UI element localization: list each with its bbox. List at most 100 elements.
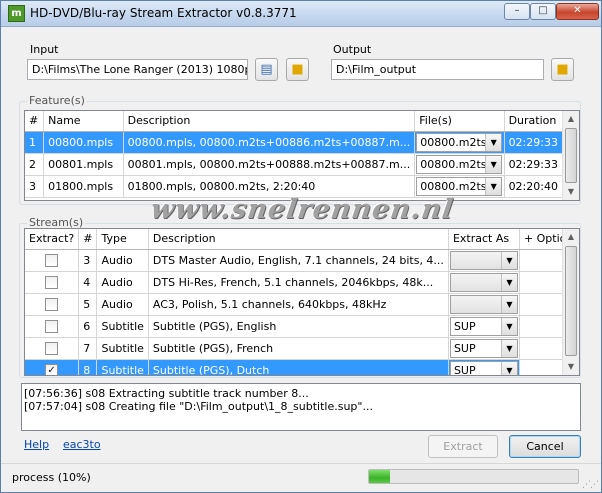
folder-icon[interactable]: ■ [286, 58, 309, 81]
stream-type: Audio [96, 249, 149, 272]
features-column-header[interactable]: File(s) [414, 111, 505, 132]
help-link[interactable]: Help [24, 438, 49, 451]
maximize-button[interactable]: □ [530, 3, 556, 20]
stream-row[interactable]: 3 Audio DTS Master Audio, English, 7.1 cha… [25, 249, 579, 272]
stream-row[interactable]: ✓ 8 Subtitle Subtitle (PGS), Dutch SUP ▼ [25, 359, 579, 376]
feature-file-cell: 00800.m2ts ▼ [414, 131, 505, 154]
stream-extract-as-cell: ▼ [448, 293, 520, 316]
stream-description: DTS Hi-Res, French, 5.1 channels, 2046kb… [148, 271, 449, 294]
features-table: # Name Description File(s) Duration 1 00800.m… [25, 111, 564, 198]
stream-row[interactable]: 7 Subtitle Subtitle (PGS), French SUP ▼ [25, 337, 579, 360]
streams-column-header[interactable]: Extract As [448, 229, 520, 250]
extract-checkbox[interactable] [45, 341, 59, 355]
features-group-title: Feature(s) [27, 94, 87, 107]
disc-folder-icon[interactable]: ▤ [255, 58, 278, 81]
feature-number: 1 [25, 131, 45, 154]
feature-file-value: 00800.m2ts [420, 157, 487, 171]
chevron-down-icon[interactable]: ▼ [485, 133, 502, 151]
output-path-field[interactable]: D:\Film_output [331, 59, 544, 80]
stream-description: AC3, Polish, 5.1 channels, 640kbps, 48kH… [148, 293, 449, 316]
extract-as-dropdown[interactable]: SUP ▼ [449, 316, 518, 336]
extract-checkbox[interactable]: ✓ [45, 363, 59, 376]
extract-checkbox[interactable] [45, 253, 59, 267]
minimize-button[interactable]: – [504, 3, 530, 20]
status-bar: process (10%) ⋰⋰ [1, 463, 601, 492]
streams-column-header[interactable]: # [78, 229, 98, 250]
extract-as-dropdown[interactable]: SUP ▼ [449, 338, 518, 358]
feature-row[interactable]: 1 00800.mpls 00800.mpls, 00800.m2ts+00886.… [25, 131, 564, 154]
streams-table: Extract? # Type Description Extract As + Opti… [25, 229, 579, 376]
chevron-down-icon[interactable]: ▼ [500, 295, 517, 313]
features-column-header[interactable]: Description [123, 111, 416, 132]
feature-file-dropdown[interactable]: 00800.m2ts ▼ [416, 154, 503, 174]
stream-description: Subtitle (PGS), French [148, 337, 449, 360]
streams-column-header[interactable]: Description [148, 229, 449, 250]
stream-number: 7 [78, 337, 98, 360]
checkmark-icon: ✓ [47, 364, 56, 376]
extract-as-dropdown[interactable]: ▼ [449, 294, 518, 314]
features-column-header[interactable]: Name [43, 111, 124, 132]
scroll-thumb[interactable] [565, 246, 577, 356]
chevron-down-icon[interactable]: ▼ [500, 317, 517, 335]
stream-row[interactable]: 5 Audio AC3, Polish, 5.1 channels, 640kbps… [25, 293, 579, 316]
feature-file-value: 00800.m2ts [420, 135, 487, 149]
features-column-header[interactable]: Duration [504, 111, 564, 132]
streams-grid: Extract? # Type Description Extract As + Opti… [24, 228, 580, 376]
eac3to-link[interactable]: eac3to [63, 438, 101, 451]
chevron-down-icon[interactable]: ▼ [500, 339, 517, 357]
stream-extract-cell [25, 293, 80, 316]
stream-number: 4 [78, 271, 98, 294]
stream-type: Audio [96, 293, 149, 316]
log-box[interactable]: [07:56:36] s08 Extracting subtitle track… [21, 383, 581, 431]
extract-as-dropdown[interactable]: SUP ▼ [449, 360, 518, 376]
output-folder-icon[interactable]: ■ [551, 58, 574, 81]
input-label: Input [30, 43, 59, 56]
extract-as-value: SUP [453, 319, 476, 333]
streams-column-header[interactable]: Type [96, 229, 149, 250]
feature-row[interactable]: 3 01800.mpls 01800.mpls, 00800.m2ts, 2:20:… [25, 175, 564, 198]
extract-checkbox[interactable] [45, 319, 59, 333]
extract-checkbox[interactable] [45, 297, 59, 311]
stream-description: DTS Master Audio, English, 7.1 channels,… [148, 249, 449, 272]
chevron-down-icon[interactable]: ▼ [500, 361, 517, 375]
extract-as-dropdown[interactable]: ▼ [449, 272, 518, 292]
close-button[interactable]: ✕ [556, 3, 599, 20]
feature-file-dropdown[interactable]: 00800.m2ts ▼ [416, 176, 503, 196]
scroll-up-icon[interactable]: ▲ [563, 229, 579, 245]
chevron-down-icon[interactable]: ▼ [500, 273, 517, 291]
feature-row[interactable]: 2 00801.mpls 00801.mpls, 00800.m2ts+00888.… [25, 153, 564, 176]
cancel-button[interactable]: Cancel [509, 435, 581, 458]
features-column-header[interactable]: # [25, 111, 45, 132]
streams-scrollbar[interactable]: ▲ ▼ [562, 229, 579, 375]
chevron-down-icon[interactable]: ▼ [485, 155, 502, 173]
stream-row[interactable]: 4 Audio DTS Hi-Res, French, 5.1 channels, … [25, 271, 579, 294]
extract-as-value: SUP [453, 341, 476, 355]
stream-number: 5 [78, 293, 98, 316]
stream-type: Subtitle [96, 337, 149, 360]
scroll-down-icon[interactable]: ▼ [563, 184, 579, 200]
stream-description: Subtitle (PGS), Dutch [148, 359, 449, 375]
stream-number: 3 [78, 249, 98, 272]
features-scrollbar[interactable]: ▲ ▼ [562, 111, 579, 200]
input-path-field[interactable]: D:\Films\The Lone Ranger (2013) 1080p\BD [27, 59, 248, 80]
chevron-down-icon[interactable]: ▼ [485, 177, 502, 195]
extract-button[interactable]: Extract [428, 435, 498, 458]
extract-checkbox[interactable] [45, 275, 59, 289]
stream-extract-cell: ✓ [25, 359, 80, 376]
title-bar[interactable]: m HD-DVD/Blu-ray Stream Extractor v0.8.3… [1, 1, 601, 27]
feature-duration: 02:29:33 [504, 131, 564, 154]
progress-fill [369, 470, 390, 483]
stream-number: 6 [78, 315, 98, 338]
scroll-up-icon[interactable]: ▲ [563, 111, 579, 127]
scroll-down-icon[interactable]: ▼ [563, 359, 579, 375]
feature-file-value: 00800.m2ts [420, 179, 487, 193]
chevron-down-icon[interactable]: ▼ [500, 251, 517, 269]
resize-grip-icon[interactable]: ⋰⋰ [582, 480, 599, 490]
scroll-thumb[interactable] [565, 128, 577, 183]
feature-file-dropdown[interactable]: 00800.m2ts ▼ [416, 132, 503, 152]
stream-row[interactable]: 6 Subtitle Subtitle (PGS), English SUP ▼ [25, 315, 579, 338]
extract-as-value: SUP [453, 363, 476, 376]
stream-extract-as-cell: SUP ▼ [448, 359, 520, 376]
extract-as-dropdown[interactable]: ▼ [449, 250, 518, 270]
streams-column-header[interactable]: Extract? [25, 229, 80, 250]
